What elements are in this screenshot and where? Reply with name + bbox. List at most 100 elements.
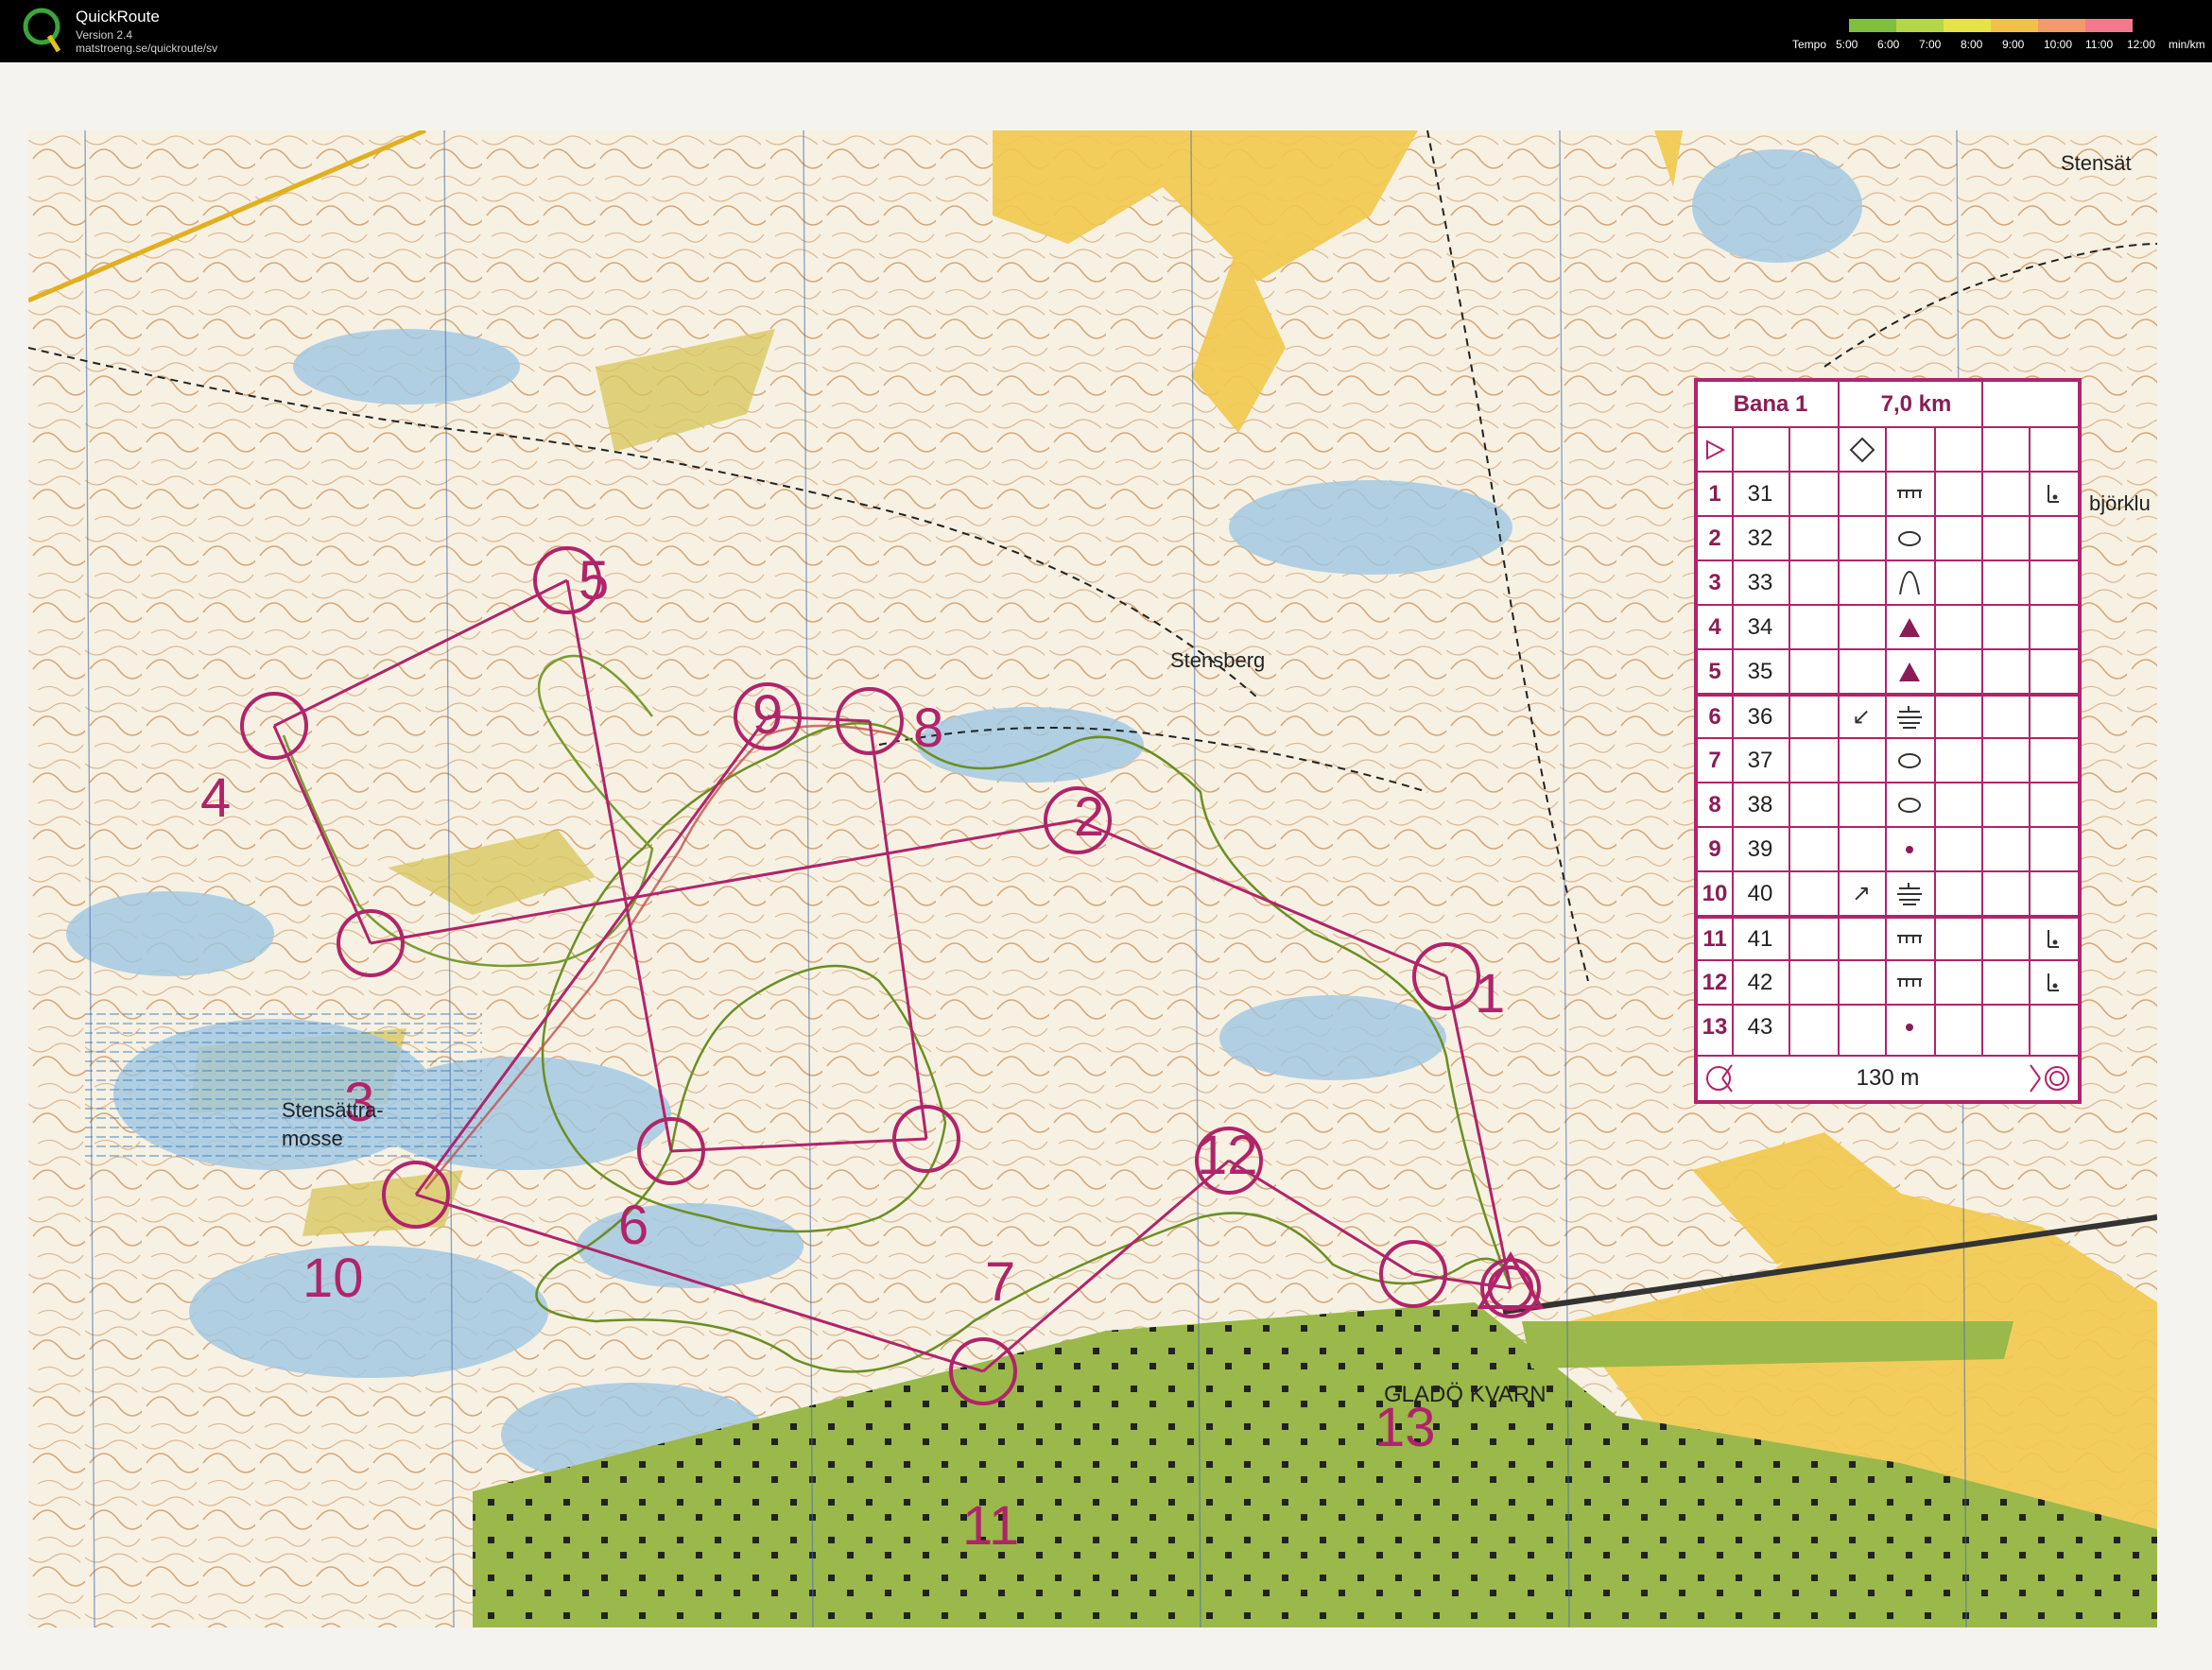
legend-grid-line bbox=[1885, 426, 1887, 1055]
legend-control-code: 37 bbox=[1747, 747, 1773, 773]
control-number-7: 7 bbox=[985, 1251, 1016, 1313]
legend-control-number: 7 bbox=[1708, 747, 1721, 773]
legend-row-13: 13 43 bbox=[1698, 1004, 2078, 1048]
place-label-stensattra: Stensättra- bbox=[282, 1098, 384, 1122]
legend-symbol-ditch-icon bbox=[1885, 961, 1934, 1004]
legend-control-number: 12 bbox=[1702, 969, 1728, 995]
legend-control-code: 36 bbox=[1747, 703, 1773, 730]
legend-control-number: 1 bbox=[1708, 480, 1721, 507]
legend-control-code: 34 bbox=[1747, 613, 1773, 640]
legend-grid-line bbox=[1934, 426, 1936, 1055]
legend-course-length: 7,0 km bbox=[1880, 390, 1952, 417]
legend-direction-arrow-icon: ↙ bbox=[1851, 704, 1872, 730]
legend-control-number: 9 bbox=[1708, 835, 1721, 862]
legend-grid-line bbox=[1981, 382, 1983, 1055]
legend-control-number: 13 bbox=[1702, 1013, 1728, 1040]
tempo-tick-label: 7:00 bbox=[1919, 38, 1942, 51]
legend-row-7: 7 37 bbox=[1698, 737, 2078, 782]
legend-corner-icon bbox=[2029, 473, 2078, 515]
title-bar: QuickRoute Version 2.4 matstroeng.se/qui… bbox=[0, 0, 2212, 62]
place-label-stensat: Stensät bbox=[2061, 151, 2132, 175]
legend-row-10: 10 40 ↗ bbox=[1698, 870, 2078, 915]
app-version: Version 2.4 bbox=[76, 28, 133, 42]
tempo-color-segment bbox=[1991, 19, 2039, 32]
legend-finish-icon bbox=[2021, 1057, 2078, 1099]
control-number-13: 13 bbox=[1374, 1397, 1436, 1458]
control-number-6: 6 bbox=[618, 1195, 649, 1256]
control-number-4: 4 bbox=[200, 767, 232, 829]
tempo-tick-label: 10:00 bbox=[2044, 38, 2073, 51]
tempo-color-scale bbox=[1849, 19, 2133, 32]
control-number-5: 5 bbox=[579, 550, 610, 611]
legend-row-12: 12 42 bbox=[1698, 959, 2078, 1004]
legend-grid-line bbox=[2029, 426, 2031, 1055]
tempo-color-segment bbox=[2085, 19, 2133, 32]
tempo-unit-label: min/km bbox=[2169, 38, 2205, 51]
legend-start-row bbox=[1698, 426, 2078, 471]
legend-row-11: 11 41 bbox=[1698, 915, 2078, 959]
control-number-9: 9 bbox=[752, 684, 784, 746]
legend-row-6: 6 36 ↙ bbox=[1698, 693, 2078, 737]
legend-control-number: 2 bbox=[1708, 525, 1721, 551]
app-url-link[interactable]: matstroeng.se/quickroute/sv bbox=[76, 42, 217, 55]
legend-symbol-ditch-icon bbox=[1885, 473, 1934, 515]
control-number-8: 8 bbox=[913, 697, 944, 759]
app-title: QuickRoute bbox=[76, 8, 160, 26]
tempo-tick-label: 8:00 bbox=[1961, 38, 1983, 51]
legend-symbol-knoll-oval-icon bbox=[1885, 517, 1934, 560]
tempo-color-segment bbox=[1849, 19, 1897, 32]
legend-control-number: 10 bbox=[1702, 880, 1728, 906]
legend-control-number: 8 bbox=[1708, 791, 1721, 818]
legend-symbol-dot-icon bbox=[1885, 828, 1934, 870]
legend-row-2: 2 32 bbox=[1698, 515, 2078, 560]
legend-control-code: 38 bbox=[1747, 791, 1773, 818]
legend-direction-arrow-icon: ↗ bbox=[1851, 881, 1872, 906]
legend-header-row: Bana 1 7,0 km bbox=[1698, 382, 2078, 426]
legend-control-code: 41 bbox=[1747, 925, 1773, 952]
legend-control-number: 6 bbox=[1708, 703, 1721, 730]
legend-diamond-icon bbox=[1838, 428, 1887, 471]
tempo-tick-label: 5:00 bbox=[1836, 38, 1858, 51]
legend-symbol-spur-icon bbox=[1885, 561, 1934, 604]
legend-finish-start-icon bbox=[1698, 1057, 1754, 1099]
place-label-glado-kvarn: GLADÖ KVARN bbox=[1384, 1382, 1547, 1407]
legend-control-number: 5 bbox=[1708, 658, 1721, 684]
place-label-stensberg: Stensberg bbox=[1170, 648, 1266, 672]
control-number-1: 1 bbox=[1475, 963, 1506, 1024]
legend-control-code: 42 bbox=[1747, 969, 1773, 995]
legend-symbol-triangle-icon bbox=[1885, 606, 1934, 648]
legend-course-name: Bana 1 bbox=[1733, 390, 1808, 417]
tempo-color-segment bbox=[2038, 19, 2086, 32]
place-label-bjorklu: björklu bbox=[2089, 491, 2151, 515]
legend-control-number: 3 bbox=[1708, 569, 1721, 595]
legend-symbol-triangle-icon bbox=[1885, 650, 1934, 693]
legend-control-code: 35 bbox=[1747, 658, 1773, 684]
tempo-tick-label: 6:00 bbox=[1877, 38, 1900, 51]
legend-control-code: 40 bbox=[1747, 880, 1773, 906]
legend-start-triangle-icon bbox=[1698, 428, 1732, 471]
legend-corner-icon bbox=[2029, 919, 2078, 959]
legend-finish-distance: 130 m bbox=[1856, 1064, 1920, 1091]
quickroute-logo-icon bbox=[23, 8, 61, 53]
legend-symbol-marsh-icon bbox=[1885, 872, 1934, 915]
legend-control-number: 11 bbox=[1702, 925, 1727, 952]
tempo-tick-label: 11:00 bbox=[2085, 38, 2114, 51]
tempo-tick-label: 9:00 bbox=[2002, 38, 2025, 51]
legend-row-3: 3 33 bbox=[1698, 560, 2078, 604]
legend-symbol-knoll-oval-icon bbox=[1885, 783, 1934, 826]
legend-symbol-dot-icon bbox=[1885, 1006, 1934, 1048]
tempo-color-segment bbox=[1896, 19, 1944, 32]
tempo-scale-labels: Tempo 5:00 6:00 7:00 8:00 9:00 10:00 11:00 12:00… bbox=[1792, 38, 2208, 53]
legend-row-9: 9 39 bbox=[1698, 826, 2078, 870]
control-number-2: 2 bbox=[1074, 786, 1105, 848]
tempo-label: Tempo bbox=[1792, 38, 1827, 51]
legend-control-number: 4 bbox=[1708, 613, 1721, 640]
legend-row-8: 8 38 bbox=[1698, 782, 2078, 826]
legend-row-4: 4 34 bbox=[1698, 604, 2078, 648]
place-label-mosse: mosse bbox=[282, 1127, 343, 1150]
legend-symbol-ditch-icon bbox=[1885, 919, 1934, 959]
legend-row-5: 5 35 bbox=[1698, 648, 2078, 693]
control-number-10: 10 bbox=[302, 1248, 364, 1309]
control-number-12: 12 bbox=[1197, 1125, 1258, 1186]
legend-grid-line bbox=[1732, 426, 1734, 1055]
